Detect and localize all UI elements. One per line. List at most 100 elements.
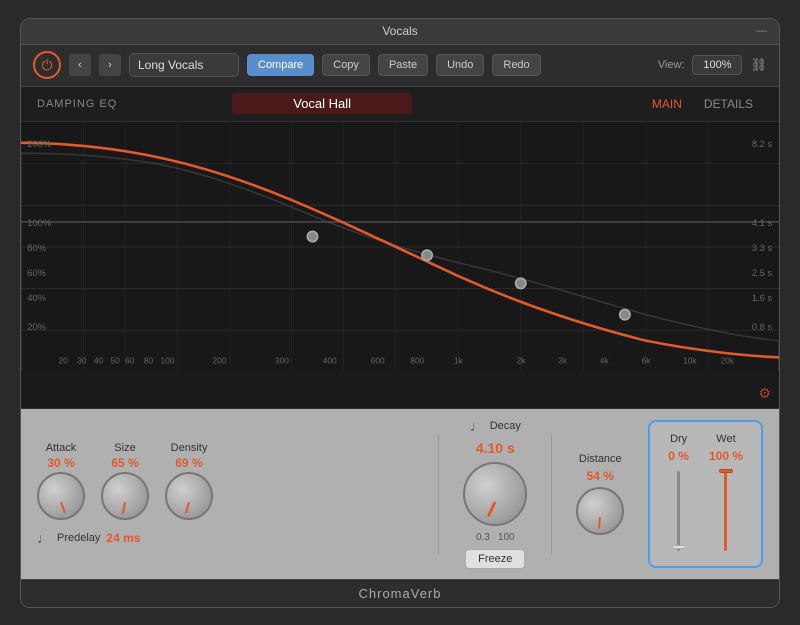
svg-text:80: 80 [144, 355, 154, 365]
plugin-name-bar: ChromaVerb [21, 579, 779, 607]
tab-details[interactable]: DETAILS [694, 94, 763, 114]
fader-section: Dry 0 % Wet 100 % [648, 420, 763, 568]
svg-text:6k: 6k [642, 355, 652, 365]
music-note-icon: ♩ [37, 530, 51, 546]
density-label: Density [171, 442, 208, 454]
compare-button[interactable]: Compare [247, 54, 314, 76]
view-label: View: [658, 59, 685, 71]
svg-text:20%: 20% [27, 322, 46, 332]
predelay-group: Predelay 24 ms [57, 531, 140, 545]
knobs-bottom-row: ♩ Predelay 24 ms [37, 530, 426, 546]
preset-name: Vocal Hall [232, 93, 412, 114]
eq-graph: 200% 100% 80% 60% 40% 20% 8.2 s 4.1 s 3.… [21, 122, 779, 372]
svg-text:0.8 s: 0.8 s [752, 322, 773, 332]
paste-button[interactable]: Paste [378, 54, 428, 76]
decay-label: Decay [490, 420, 521, 432]
dry-label: Dry [670, 433, 687, 445]
attack-value: 30 % [47, 456, 74, 470]
svg-text:30: 30 [77, 355, 87, 365]
settings-icon[interactable]: ⚙ [758, 385, 771, 402]
svg-text:10k: 10k [683, 355, 697, 365]
svg-text:1.6 s: 1.6 s [752, 293, 773, 303]
svg-text:600: 600 [371, 355, 385, 365]
view-tabs: MAIN DETAILS [642, 94, 763, 114]
freeze-min: 0.3 [476, 532, 490, 543]
svg-text:2k: 2k [517, 355, 527, 365]
svg-text:4k: 4k [600, 355, 610, 365]
svg-text:60%: 60% [27, 268, 46, 278]
svg-text:800: 800 [410, 355, 424, 365]
density-value: 69 % [175, 456, 202, 470]
svg-text:200%: 200% [27, 138, 51, 148]
density-group: Density 69 % [165, 442, 213, 520]
redo-button[interactable]: Redo [492, 54, 540, 76]
dry-fader-track[interactable] [677, 471, 680, 551]
eq-header: DAMPING EQ Vocal Hall MAIN DETAILS [21, 87, 779, 121]
power-button[interactable]: ⏻ [33, 51, 61, 79]
eq-label: DAMPING EQ [37, 98, 117, 110]
decay-section: ♩ Decay 4.10 s 0.3 100 Freeze [463, 418, 527, 569]
freeze-max: 100 [498, 532, 515, 543]
wet-fader-thumb[interactable] [719, 469, 733, 473]
dry-fader-thumb[interactable] [672, 545, 686, 549]
copy-button[interactable]: Copy [322, 54, 370, 76]
preset-select[interactable]: Long Vocals [129, 53, 239, 77]
wet-label: Wet [716, 433, 735, 445]
wet-fader-group: Wet 100 % [709, 433, 743, 555]
divider-1 [438, 434, 439, 554]
knobs-top-row: Attack 30 % Size 65 % [37, 442, 426, 520]
eq-display[interactable]: 200% 100% 80% 60% 40% 20% 8.2 s 4.1 s 3.… [21, 121, 779, 409]
controls-section: Attack 30 % Size 65 % [21, 409, 779, 579]
window-title: Vocals [382, 24, 417, 38]
dry-value: 0 % [668, 449, 689, 463]
svg-text:40%: 40% [27, 293, 46, 303]
decay-knob[interactable] [463, 462, 527, 526]
svg-text:8.2 s: 8.2 s [752, 138, 773, 148]
distance-value: 54 % [587, 469, 614, 483]
minimize-button[interactable]: — [756, 25, 767, 37]
freeze-button[interactable]: Freeze [465, 549, 525, 569]
view-input[interactable] [692, 55, 742, 75]
nav-forward-button[interactable]: › [99, 54, 121, 76]
size-knob[interactable] [101, 472, 149, 520]
svg-text:100: 100 [161, 355, 175, 365]
svg-text:300: 300 [275, 355, 289, 365]
divider-2 [551, 434, 552, 554]
attack-group: Attack 30 % [37, 442, 85, 520]
dry-fader-group: Dry 0 % [668, 433, 689, 555]
nav-back-button[interactable]: ‹ [69, 54, 91, 76]
decay-music-icon: ♩ [470, 418, 484, 434]
predelay-label: Predelay [57, 532, 100, 544]
wet-fader-track[interactable] [724, 471, 727, 551]
distance-knob[interactable] [576, 487, 624, 535]
undo-button[interactable]: Undo [436, 54, 484, 76]
density-knob[interactable] [165, 472, 213, 520]
tab-main[interactable]: MAIN [642, 94, 692, 114]
svg-text:20: 20 [58, 355, 68, 365]
predelay-value: 24 ms [106, 531, 140, 545]
svg-text:2.5 s: 2.5 s [752, 268, 773, 278]
svg-text:40: 40 [94, 355, 104, 365]
title-bar: Vocals — [21, 19, 779, 45]
toolbar: ⏻ ‹ › Long Vocals Compare Copy Paste Und… [21, 45, 779, 87]
plugin-window: Vocals — ⏻ ‹ › Long Vocals Compare Copy … [20, 18, 780, 608]
svg-text:200: 200 [213, 355, 227, 365]
main-area: DAMPING EQ Vocal Hall MAIN DETAILS [21, 87, 779, 607]
svg-text:50: 50 [111, 355, 121, 365]
attack-label: Attack [46, 442, 77, 454]
wet-value: 100 % [709, 449, 743, 463]
svg-text:4.1 s: 4.1 s [752, 218, 773, 228]
freeze-values: 0.3 100 [476, 532, 515, 543]
plugin-name: ChromaVerb [359, 586, 442, 601]
svg-text:60: 60 [125, 355, 135, 365]
svg-text:80%: 80% [27, 243, 46, 253]
size-group: Size 65 % [101, 442, 149, 520]
link-icon[interactable]: ⛓ [750, 57, 767, 73]
svg-text:20k: 20k [721, 355, 735, 365]
svg-text:3.3 s: 3.3 s [752, 243, 773, 253]
svg-text:100%: 100% [27, 218, 51, 228]
distance-label: Distance [579, 453, 622, 465]
attack-knob[interactable] [37, 472, 85, 520]
knobs-left: Attack 30 % Size 65 % [37, 442, 426, 546]
decay-value: 4.10 s [476, 440, 515, 456]
